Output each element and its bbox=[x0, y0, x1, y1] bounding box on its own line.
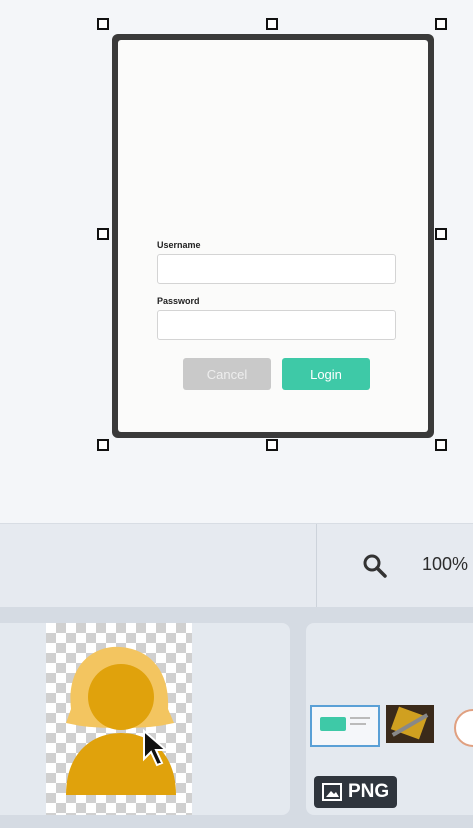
resize-handle-bottom-right[interactable] bbox=[435, 439, 447, 451]
png-badge-label: PNG bbox=[348, 781, 390, 802]
design-canvas: Username Password Cancel Login bbox=[0, 0, 473, 523]
thumbnail-ui bbox=[310, 705, 380, 747]
asset-card-avatar[interactable] bbox=[0, 623, 290, 815]
mockup-screen: Username Password Cancel Login bbox=[118, 40, 428, 432]
resize-handle-bottom[interactable] bbox=[266, 439, 278, 451]
username-field[interactable] bbox=[157, 254, 396, 284]
resize-handle-right[interactable] bbox=[435, 228, 447, 240]
zoom-level[interactable]: 100% bbox=[422, 554, 468, 575]
thumbnail-photo bbox=[386, 705, 434, 743]
resize-handle-left[interactable] bbox=[97, 228, 109, 240]
user-silhouette-icon bbox=[66, 646, 176, 795]
image-icon bbox=[322, 783, 342, 801]
transparent-background bbox=[46, 623, 192, 815]
png-badge: PNG bbox=[314, 776, 398, 808]
mouse-cursor-icon bbox=[143, 729, 169, 767]
resize-handle-bottom-left[interactable] bbox=[97, 439, 109, 451]
asset-card-png[interactable]: PNG bbox=[306, 623, 473, 815]
asset-tray: PNG bbox=[0, 607, 473, 828]
username-label: Username bbox=[157, 240, 201, 250]
thumbnail-circle bbox=[454, 709, 473, 747]
resize-handle-top[interactable] bbox=[266, 18, 278, 30]
tablet-mockup[interactable]: Username Password Cancel Login bbox=[112, 34, 434, 438]
resize-handle-top-left[interactable] bbox=[97, 18, 109, 30]
toolbar: 100% bbox=[0, 523, 473, 608]
cancel-button[interactable]: Cancel bbox=[183, 358, 271, 390]
resize-handle-top-right[interactable] bbox=[435, 18, 447, 30]
toolbar-divider bbox=[316, 524, 317, 608]
password-field[interactable] bbox=[157, 310, 396, 340]
login-button[interactable]: Login bbox=[282, 358, 370, 390]
password-label: Password bbox=[157, 296, 200, 306]
search-icon[interactable] bbox=[362, 553, 388, 584]
